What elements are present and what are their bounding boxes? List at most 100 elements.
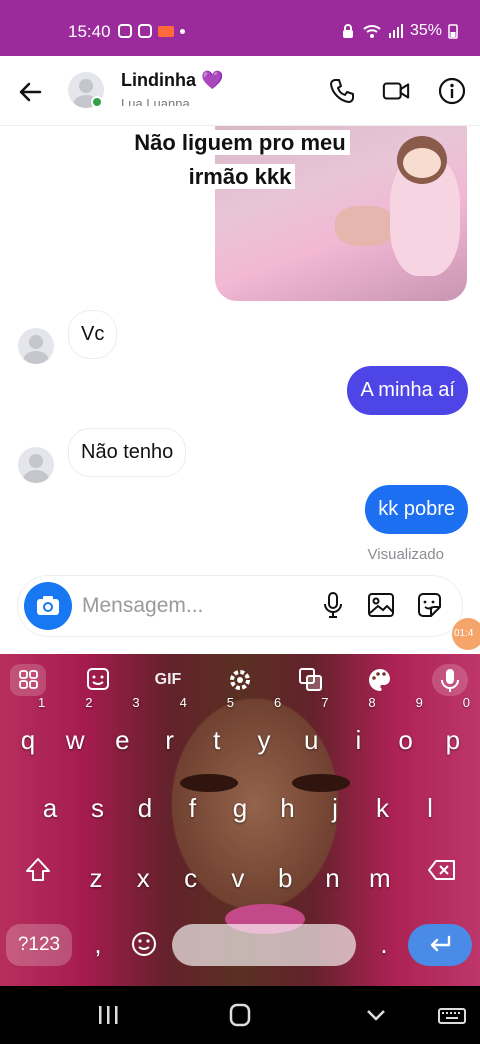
notification-icon	[118, 24, 132, 38]
microphone-icon[interactable]	[318, 590, 348, 620]
key-b[interactable]: b	[263, 850, 307, 906]
notification-icon	[138, 24, 152, 38]
photo-detail	[403, 148, 441, 178]
gallery-icon[interactable]	[366, 590, 396, 620]
key-label: v	[231, 863, 245, 893]
shift-key[interactable]	[16, 842, 60, 898]
key-m[interactable]: m	[358, 850, 402, 906]
key-e[interactable]: e3	[100, 696, 144, 768]
lock-icon	[342, 24, 353, 38]
key-n[interactable]: n	[311, 850, 355, 906]
key-label: p	[445, 725, 461, 755]
wifi-icon	[363, 25, 381, 38]
key-q[interactable]: q1	[6, 696, 50, 768]
key-t[interactable]: t5	[195, 696, 239, 768]
keyboard-switch-icon[interactable]	[432, 1000, 472, 1030]
voice-call-icon[interactable]	[328, 77, 356, 105]
status-bar: 15:40 35%	[0, 0, 480, 56]
gif-button[interactable]: GIF	[150, 664, 186, 696]
symbols-key[interactable]: ?123	[6, 924, 72, 966]
key-label: l	[427, 793, 433, 823]
hide-keyboard-button[interactable]	[356, 1000, 396, 1030]
key-i[interactable]: i8	[336, 696, 380, 768]
message-composer	[18, 576, 462, 636]
key-label: n	[325, 863, 340, 893]
notification-icons	[118, 24, 185, 38]
sticker-icon[interactable]	[414, 590, 444, 620]
key-r[interactable]: r4	[148, 696, 192, 768]
contact-subtitle: Lua Luanna	[121, 96, 190, 106]
key-label: i	[355, 725, 362, 755]
key-number-hint: 1	[38, 695, 46, 710]
back-arrow-icon[interactable]	[16, 78, 44, 106]
key-s[interactable]: s	[76, 780, 120, 836]
key-x[interactable]: x	[121, 850, 165, 906]
caption-line: irmão kkk	[184, 164, 296, 189]
navigation-bar	[0, 986, 480, 1044]
key-number-hint: 2	[85, 695, 93, 710]
key-l[interactable]: l	[408, 780, 452, 836]
translate-icon[interactable]	[292, 664, 328, 696]
key-w[interactable]: w2	[53, 696, 97, 768]
photo-detail	[335, 206, 395, 246]
key-label: q	[20, 725, 36, 755]
space-key[interactable]	[172, 924, 356, 966]
caption-line: Não liguem pro meu	[130, 130, 350, 155]
message-list: Não liguem pro meu irmão kkk Vc A minha …	[0, 126, 480, 576]
period-key[interactable]: .	[362, 916, 406, 972]
key-u[interactable]: u7	[289, 696, 333, 768]
backspace-key[interactable]	[418, 842, 466, 898]
gear-icon[interactable]	[222, 664, 258, 696]
sticker-icon[interactable]	[80, 664, 116, 696]
key-g[interactable]: g	[218, 780, 262, 836]
comma-key[interactable]: ,	[76, 916, 120, 972]
key-a[interactable]: a	[28, 780, 72, 836]
contact-name[interactable]: Lindinha 💜	[121, 70, 223, 91]
home-button[interactable]	[220, 1000, 260, 1030]
key-z[interactable]: z	[74, 850, 118, 906]
key-o[interactable]: o9	[384, 696, 428, 768]
status-right: 35%	[340, 22, 458, 40]
key-label: b	[277, 863, 293, 893]
key-v[interactable]: v	[216, 850, 260, 906]
message-input[interactable]	[82, 590, 312, 622]
keyboard-toolbar: GIF	[0, 654, 480, 706]
key-k[interactable]: k	[361, 780, 405, 836]
palette-icon[interactable]	[362, 664, 398, 696]
key-label: s	[91, 793, 104, 823]
battery-icon	[448, 24, 458, 39]
key-h[interactable]: h	[266, 780, 310, 836]
voice-input-icon[interactable]	[432, 664, 468, 696]
seen-status: Visualizado	[367, 546, 444, 563]
more-notifications-dot	[180, 28, 185, 34]
contact-name-text: Lindinha	[121, 70, 196, 90]
camera-icon	[37, 596, 59, 615]
key-number-hint: 8	[368, 695, 376, 710]
key-j[interactable]: j	[313, 780, 357, 836]
emoji-key[interactable]	[122, 916, 166, 972]
received-message[interactable]: Vc	[68, 310, 118, 359]
enter-key[interactable]	[408, 924, 472, 966]
key-p[interactable]: p0	[431, 696, 475, 768]
key-label: k	[376, 793, 389, 823]
key-label: a	[42, 793, 58, 823]
floating-timer-badge[interactable]: 01:4	[452, 618, 480, 650]
key-label: u	[303, 725, 319, 755]
key-label: y	[257, 725, 271, 755]
camera-button[interactable]	[24, 582, 72, 630]
grid-icon[interactable]	[10, 664, 46, 696]
key-label: o	[398, 725, 413, 755]
key-d[interactable]: d	[123, 780, 167, 836]
info-icon[interactable]	[438, 77, 466, 105]
video-call-icon[interactable]	[382, 77, 410, 105]
key-c[interactable]: c	[169, 850, 213, 906]
recent-apps-button[interactable]	[88, 1000, 128, 1030]
received-message[interactable]: Não tenho	[68, 428, 187, 477]
key-f[interactable]: f	[171, 780, 215, 836]
key-label: m	[368, 863, 391, 893]
sent-message[interactable]: kk pobre	[365, 485, 468, 534]
key-label: c	[184, 863, 198, 893]
key-y[interactable]: y6	[242, 696, 286, 768]
key-number-hint: 3	[132, 695, 140, 710]
sent-message[interactable]: A minha aí	[347, 366, 468, 415]
